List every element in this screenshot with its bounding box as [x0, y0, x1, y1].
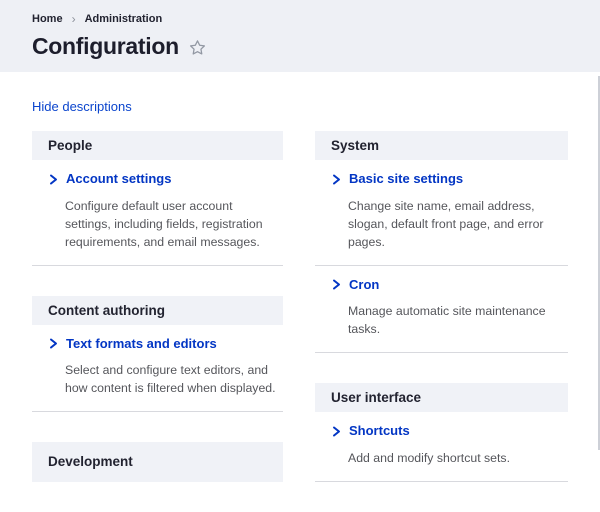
admin-item-text-formats: Text formats and editors Select and conf…: [32, 325, 283, 413]
hide-descriptions-link[interactable]: Hide descriptions: [32, 99, 132, 114]
right-column: System Basic site settings Change site n…: [315, 131, 568, 512]
text-formats-link[interactable]: Text formats and editors: [49, 336, 217, 352]
admin-item-shortcuts: Shortcuts Add and modify shortcut sets.: [315, 412, 568, 482]
basic-site-settings-description: Change site name, email address, slogan,…: [348, 197, 566, 251]
panel-content-authoring: Content authoring Text formats and edito…: [32, 296, 283, 413]
panel-title-system: System: [315, 131, 568, 160]
page-title: Configuration: [32, 32, 179, 60]
shortcuts-link[interactable]: Shortcuts: [332, 423, 410, 439]
breadcrumb-link-administration[interactable]: Administration: [85, 13, 163, 25]
chevron-right-icon: [49, 174, 58, 185]
main-content: Hide descriptions People Account setting…: [0, 72, 600, 512]
basic-site-settings-link[interactable]: Basic site settings: [332, 171, 463, 187]
basic-site-settings-label: Basic site settings: [349, 171, 463, 187]
chevron-right-icon: [332, 426, 341, 437]
title-row: Configuration: [32, 32, 568, 60]
panel-title-development: Development: [32, 442, 283, 482]
account-settings-link[interactable]: Account settings: [49, 171, 171, 187]
admin-item-cron: Cron Manage automatic site maintenance t…: [315, 266, 568, 354]
shortcuts-description: Add and modify shortcut sets.: [348, 449, 566, 467]
shortcuts-label: Shortcuts: [349, 423, 410, 439]
panel-title-people: People: [32, 131, 283, 160]
breadcrumb-link-home[interactable]: Home: [32, 13, 63, 25]
panels-grid: People Account settings Configure defaul…: [32, 131, 568, 512]
favorite-star-icon[interactable]: [188, 38, 207, 57]
panel-user-interface: User interface Shortcuts Add and modify …: [315, 383, 568, 482]
cron-description: Manage automatic site maintenance tasks.: [348, 302, 566, 338]
chevron-right-icon: [332, 279, 341, 290]
chevron-right-icon: [332, 174, 341, 185]
breadcrumb-separator-icon: ›: [72, 13, 76, 25]
panel-system: System Basic site settings Change site n…: [315, 131, 568, 353]
panel-development: Development: [32, 442, 283, 482]
panel-title-content-authoring: Content authoring: [32, 296, 283, 325]
account-settings-label: Account settings: [66, 171, 171, 187]
page-header: Home › Administration Configuration: [0, 0, 600, 72]
text-formats-description: Select and configure text editors, and h…: [65, 361, 281, 397]
panel-people: People Account settings Configure defaul…: [32, 131, 283, 266]
panel-title-user-interface: User interface: [315, 383, 568, 412]
left-column: People Account settings Configure defaul…: [32, 131, 283, 512]
breadcrumb: Home › Administration: [32, 13, 568, 25]
chevron-right-icon: [49, 338, 58, 349]
cron-label: Cron: [349, 277, 379, 293]
text-formats-label: Text formats and editors: [66, 336, 217, 352]
admin-item-account-settings: Account settings Configure default user …: [32, 160, 283, 266]
cron-link[interactable]: Cron: [332, 277, 379, 293]
admin-item-basic-site-settings: Basic site settings Change site name, em…: [315, 160, 568, 266]
account-settings-description: Configure default user account settings,…: [65, 197, 281, 251]
